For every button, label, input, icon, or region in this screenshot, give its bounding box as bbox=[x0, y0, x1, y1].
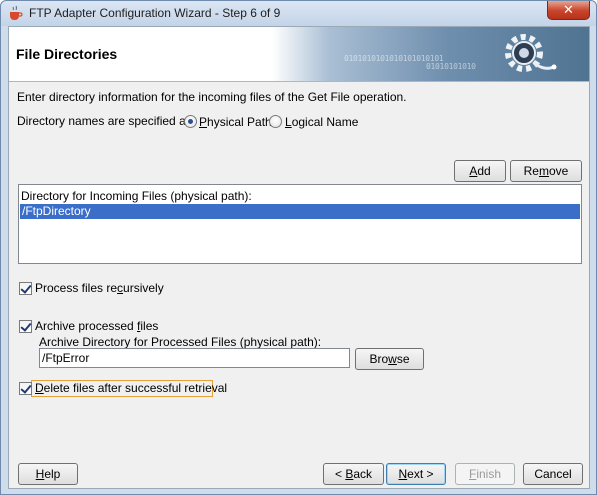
incoming-directories-list[interactable]: Directory for Incoming Files (physical p… bbox=[18, 184, 582, 264]
gear-icon bbox=[505, 34, 557, 72]
intro-text: Enter directory information for the inco… bbox=[17, 90, 407, 104]
help-button[interactable]: Help bbox=[18, 463, 78, 485]
title-bar: FTP Adapter Configuration Wizard - Step … bbox=[1, 1, 596, 26]
wizard-window: FTP Adapter Configuration Wizard - Step … bbox=[0, 0, 597, 495]
archive-checkbox[interactable] bbox=[19, 320, 32, 333]
coffee-cup-icon bbox=[10, 5, 23, 20]
wizard-header: File Directories 0101010101010101010101 … bbox=[9, 27, 589, 82]
window-title: FTP Adapter Configuration Wizard - Step … bbox=[29, 6, 281, 20]
window-close-button[interactable]: ✕ bbox=[547, 1, 590, 20]
finish-button: Finish bbox=[455, 463, 515, 485]
cancel-button[interactable]: Cancel bbox=[523, 463, 583, 485]
wizard-content: File Directories 0101010101010101010101 … bbox=[8, 26, 590, 489]
delete-checkbox[interactable] bbox=[19, 382, 32, 395]
directory-names-label: Directory names are specified as: bbox=[17, 114, 196, 128]
archive-directory-input[interactable]: /FtpError bbox=[39, 348, 350, 368]
binary-decoration-2: 01010101010 bbox=[426, 62, 476, 71]
list-column-header: Directory for Incoming Files (physical p… bbox=[21, 189, 252, 203]
physical-path-radio[interactable] bbox=[184, 115, 197, 128]
browse-button[interactable]: Browse bbox=[355, 348, 424, 370]
header-banner: 0101010101010101010101 01010101010 bbox=[272, 27, 589, 81]
archive-label[interactable]: Archive processed files bbox=[35, 319, 158, 333]
list-item[interactable]: /FtpDirectory bbox=[20, 204, 580, 219]
add-button[interactable]: Add bbox=[454, 160, 506, 182]
physical-path-label[interactable]: Physical Path bbox=[199, 115, 272, 129]
recursive-checkbox[interactable] bbox=[19, 282, 32, 295]
page-title: File Directories bbox=[16, 46, 118, 62]
back-button[interactable]: < Back bbox=[323, 463, 384, 485]
next-button[interactable]: Next > bbox=[386, 463, 446, 485]
logical-name-label[interactable]: Logical Name bbox=[285, 115, 358, 129]
remove-button[interactable]: Remove bbox=[510, 160, 582, 182]
delete-label[interactable]: Delete files after successful retrieval bbox=[35, 381, 227, 395]
archive-directory-label: Archive Directory for Processed Files (p… bbox=[39, 335, 322, 349]
recursive-label[interactable]: Process files recursively bbox=[35, 281, 164, 295]
logical-name-radio[interactable] bbox=[269, 115, 282, 128]
